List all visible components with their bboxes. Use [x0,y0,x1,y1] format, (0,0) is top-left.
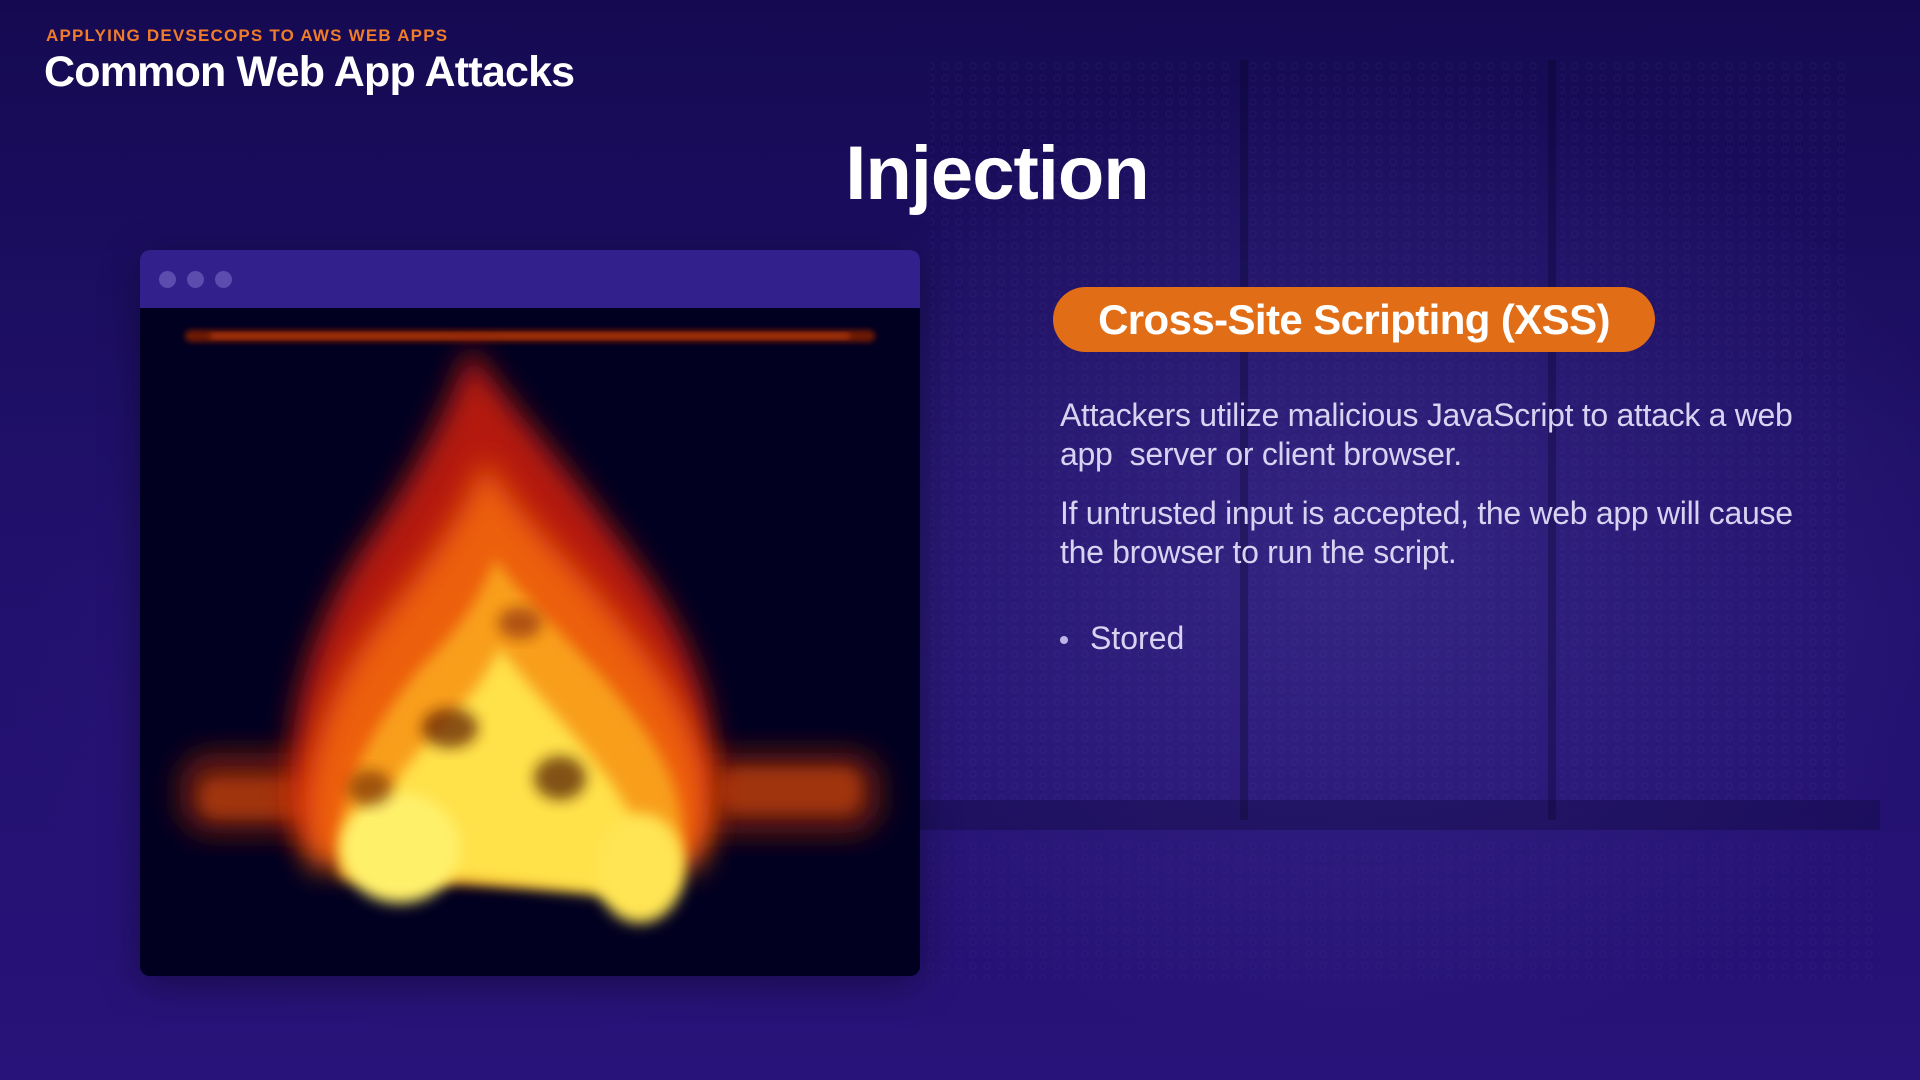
slide-title: Injection [845,131,1149,216]
deck-title: Common Web App Attacks [44,48,575,96]
bullet-text: Stored [1090,620,1185,656]
fire-animation-icon [180,330,880,923]
browser-title-bar [140,250,920,308]
browser-window-mock [140,250,920,976]
bullet-item: Stored [1060,618,1184,658]
window-dot-icon [159,271,176,288]
window-dot-icon [215,271,232,288]
bullet-list: Stored [1060,618,1184,658]
slide-title-wrap: Injection [0,130,1920,217]
bullet-dot-icon [1060,636,1068,644]
browser-viewport [140,308,920,976]
window-dot-icon [187,271,204,288]
topic-badge: Cross-Site Scripting (XSS) [1053,287,1655,352]
description-paragraph: If untrusted input is accepted, the web … [1060,495,1802,570]
deck-kicker: APPLYING DEVSECOPS TO AWS WEB APPS [46,26,449,45]
description-paragraph: Attackers utilize malicious JavaScript t… [1060,397,1802,472]
